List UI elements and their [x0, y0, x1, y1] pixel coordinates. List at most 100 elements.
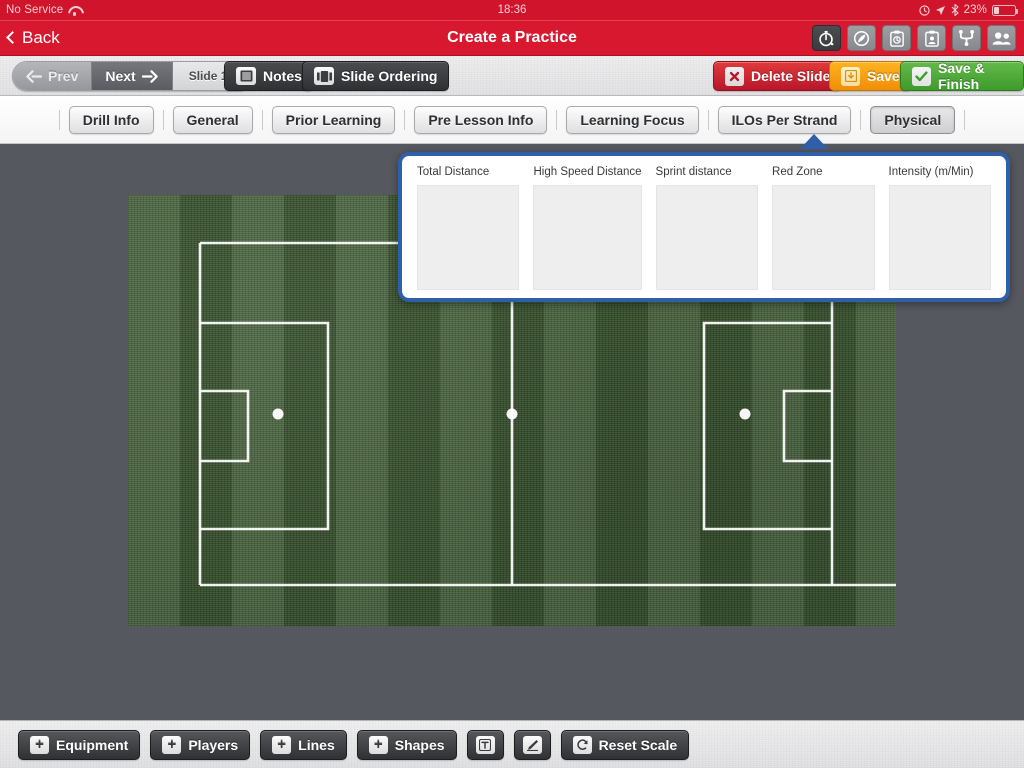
add-equipment-label: Equipment	[56, 736, 129, 753]
reset-scale-label: Reset Scale	[598, 736, 678, 753]
right-penalty-spot	[739, 408, 751, 420]
red-zone-input[interactable]	[772, 185, 875, 290]
save-icon	[841, 66, 860, 86]
section-tab-bar: Drill Info General Prior Learning Pre Le…	[0, 96, 1024, 144]
navigation-bar: Back Create a Practice	[0, 20, 1024, 56]
people-button[interactable]	[987, 25, 1016, 51]
next-slide-label: Next	[105, 68, 136, 84]
status-bar-clock: 18:36	[497, 4, 527, 16]
total-distance-input[interactable]	[417, 185, 520, 290]
status-bar: No Service 18:36 23%	[0, 0, 1024, 20]
field-label: Sprint distance	[655, 166, 732, 178]
save-and-finish-button[interactable]: Save & Finish	[900, 60, 1024, 92]
reset-scale-icon	[572, 735, 592, 754]
clipboard-clock-button[interactable]	[882, 25, 911, 51]
notes-icon	[236, 67, 256, 85]
add-shapes-label: Shapes	[394, 736, 445, 753]
notes-button[interactable]: Notes	[224, 61, 314, 91]
slide-toolbar: Prev Next Slide 1/1 Notes Slide Ordering…	[0, 56, 1024, 96]
delete-icon	[725, 66, 744, 86]
center-spot	[506, 408, 518, 420]
plus-icon: +	[368, 735, 388, 754]
plus-icon: +	[162, 735, 182, 754]
arrow-right-icon	[141, 69, 158, 83]
status-bar-right: 23%	[919, 0, 1018, 20]
add-lines-label: Lines	[298, 736, 335, 753]
compass-icon	[853, 30, 870, 46]
stopwatch-icon	[819, 30, 834, 46]
tab-divider	[162, 109, 164, 130]
next-slide-button[interactable]: Next	[91, 62, 173, 90]
tab-general[interactable]: General	[172, 105, 253, 134]
field-sprint-distance: Sprint distance	[649, 166, 765, 290]
nav-tool-group	[812, 25, 1016, 51]
tab-drill-info[interactable]: Drill Info	[68, 105, 154, 134]
reset-scale-button[interactable]: Reset Scale	[560, 729, 690, 760]
battery-icon	[992, 4, 1018, 16]
arrow-left-icon	[26, 69, 42, 83]
field-label: Intensity (m/Min)	[888, 166, 974, 178]
tab-ilos-per-strand[interactable]: ILOs Per Strand	[717, 105, 852, 134]
clipboard-person-icon	[924, 30, 939, 47]
field-label: Total Distance	[417, 166, 490, 178]
pen-tool-button[interactable]	[513, 729, 551, 760]
tab-divider	[58, 109, 60, 130]
tab-prior-learning[interactable]: Prior Learning	[271, 105, 396, 134]
hierarchy-icon	[958, 30, 975, 46]
add-players-label: Players	[188, 736, 239, 753]
add-players-button[interactable]: + Players	[150, 729, 251, 760]
left-penalty-spot	[272, 408, 284, 420]
pen-tool-icon	[522, 735, 542, 754]
alarm-clock-icon	[919, 4, 930, 16]
field-label: High Speed Distance	[533, 166, 642, 178]
tab-divider	[404, 109, 406, 130]
text-tool-button[interactable]	[466, 729, 504, 760]
prev-slide-button[interactable]: Prev	[13, 62, 92, 90]
slide-navigation-segment: Prev Next Slide 1/1	[12, 61, 255, 91]
field-high-speed-distance: High Speed Distance	[526, 166, 648, 290]
tab-divider	[707, 109, 709, 130]
people-icon	[992, 31, 1011, 45]
save-label: Save	[867, 68, 900, 84]
checkmark-icon	[912, 66, 931, 86]
delete-slide-button[interactable]: Delete Slide	[713, 61, 843, 91]
hierarchy-button[interactable]	[952, 25, 981, 51]
add-equipment-button[interactable]: + Equipment	[18, 729, 141, 760]
plus-icon: +	[30, 735, 49, 754]
clipboard-person-button[interactable]	[917, 25, 946, 51]
slide-ordering-button[interactable]: Slide Ordering	[302, 61, 450, 91]
app-root: No Service 18:36 23% Back Create a Pract…	[0, 0, 1024, 768]
clipboard-clock-icon	[889, 30, 904, 47]
field-total-distance: Total Distance	[410, 166, 526, 290]
text-tool-icon	[475, 735, 495, 754]
slide-ordering-label: Slide Ordering	[341, 68, 438, 84]
bluetooth-icon	[951, 4, 959, 16]
slide-ordering-icon	[314, 67, 334, 85]
prev-slide-label: Prev	[48, 68, 79, 84]
intensity-input[interactable]	[888, 185, 991, 290]
sprint-distance-input[interactable]	[655, 185, 759, 290]
battery-percent-label: 23%	[963, 4, 987, 16]
tab-divider	[556, 109, 558, 130]
location-arrow-icon	[935, 5, 945, 15]
popover-arrow	[800, 134, 828, 149]
field-red-zone: Red Zone	[765, 166, 881, 290]
tab-divider	[261, 109, 263, 130]
delete-slide-label: Delete Slide	[751, 68, 831, 84]
physical-metrics-popover: Total Distance High Speed Distance Sprin…	[398, 152, 1010, 302]
notes-label: Notes	[263, 68, 302, 84]
tab-pre-lesson-info[interactable]: Pre Lesson Info	[414, 105, 548, 134]
compass-button[interactable]	[847, 25, 876, 51]
add-shapes-button[interactable]: + Shapes	[356, 729, 457, 760]
tab-physical[interactable]: Physical	[870, 105, 956, 134]
editing-tools-bar: + Equipment + Players + Lines + Shapes R…	[0, 720, 1024, 768]
plus-icon: +	[272, 735, 292, 754]
tab-learning-focus[interactable]: Learning Focus	[566, 105, 699, 134]
stopwatch-button[interactable]	[812, 25, 841, 51]
field-intensity: Intensity (m/Min)	[882, 166, 998, 290]
high-speed-distance-input[interactable]	[533, 185, 642, 290]
add-lines-button[interactable]: + Lines	[260, 729, 347, 760]
field-label: Red Zone	[772, 166, 823, 178]
save-and-finish-label: Save & Finish	[938, 60, 985, 92]
tab-divider	[964, 109, 966, 130]
